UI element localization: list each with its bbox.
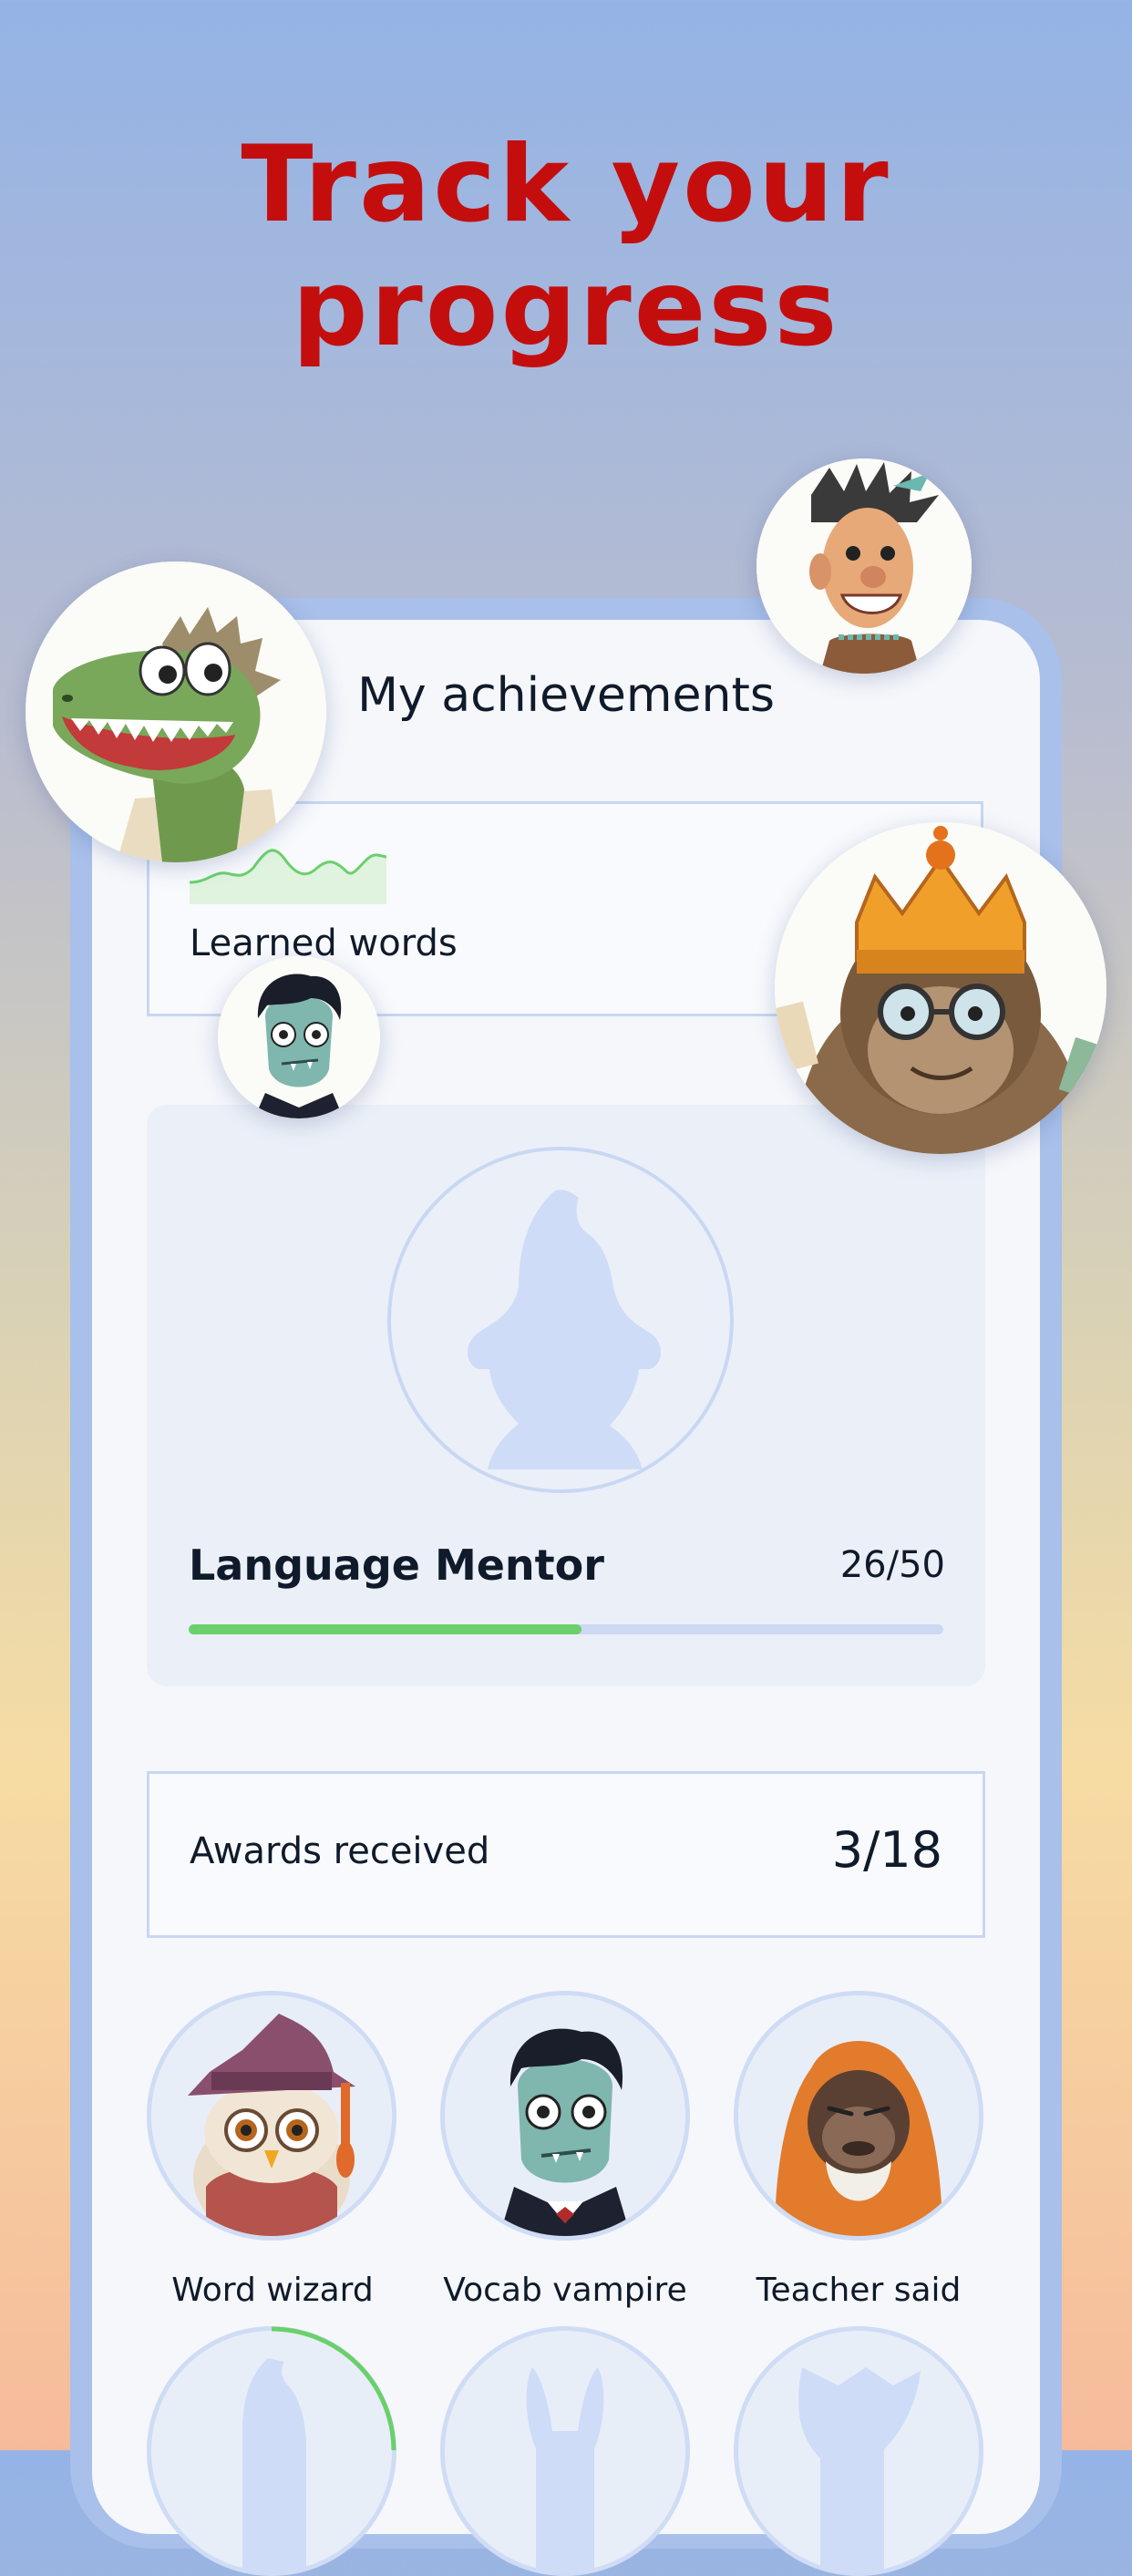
- king-ape-avatar: [775, 822, 1106, 1154]
- mentor-count: 26/50: [839, 1544, 945, 1586]
- badge-progress-arc: [271, 2326, 396, 2450]
- headline: Track your progress: [0, 123, 1132, 371]
- awards-card[interactable]: Awards received 3/18: [147, 1771, 985, 1938]
- owl-wizard-icon: [151, 1995, 392, 2236]
- vampire-avatar: [218, 956, 380, 1118]
- badge-locked-3[interactable]: [734, 2326, 983, 2576]
- mentor-progress-fill: [189, 1624, 581, 1634]
- crocodile-icon: [26, 562, 326, 862]
- badge-word-wizard[interactable]: [147, 1991, 396, 2241]
- badge-vocab-vampire[interactable]: [440, 1991, 690, 2241]
- headline-line-2: progress: [292, 247, 840, 370]
- vampire-icon: [218, 956, 380, 1118]
- mentor-badge-ring: [387, 1147, 734, 1493]
- badge-label-vocab-vampire: Vocab vampire: [443, 2272, 687, 2309]
- cave-man-icon: [756, 459, 972, 674]
- rabbit-silhouette-icon: [526, 2367, 604, 2571]
- crocodile-avatar: [26, 562, 326, 862]
- awards-label: Awards received: [190, 1830, 490, 1872]
- monk-ape-icon: [738, 1995, 979, 2236]
- king-ape-icon: [775, 822, 1106, 1154]
- awards-count: 3/18: [831, 1821, 942, 1879]
- wolf-silhouette-icon: [798, 2367, 921, 2571]
- cave-man-avatar: [756, 459, 972, 674]
- headline-line-1: Track your: [241, 123, 891, 246]
- badge-locked-2[interactable]: [440, 2326, 690, 2576]
- badge-label-word-wizard: Word wizard: [171, 2272, 374, 2309]
- language-mentor-card[interactable]: Language Mentor 26/50: [147, 1105, 985, 1686]
- mentor-title: Language Mentor: [189, 1540, 604, 1590]
- mentor-progress-track: [189, 1624, 943, 1634]
- gnome-silhouette-icon: [467, 1190, 662, 1469]
- badge-label-teacher-said: Teacher said: [756, 2272, 962, 2309]
- badge-teacher-said[interactable]: [734, 1991, 983, 2241]
- vampire-icon: [445, 1995, 685, 2236]
